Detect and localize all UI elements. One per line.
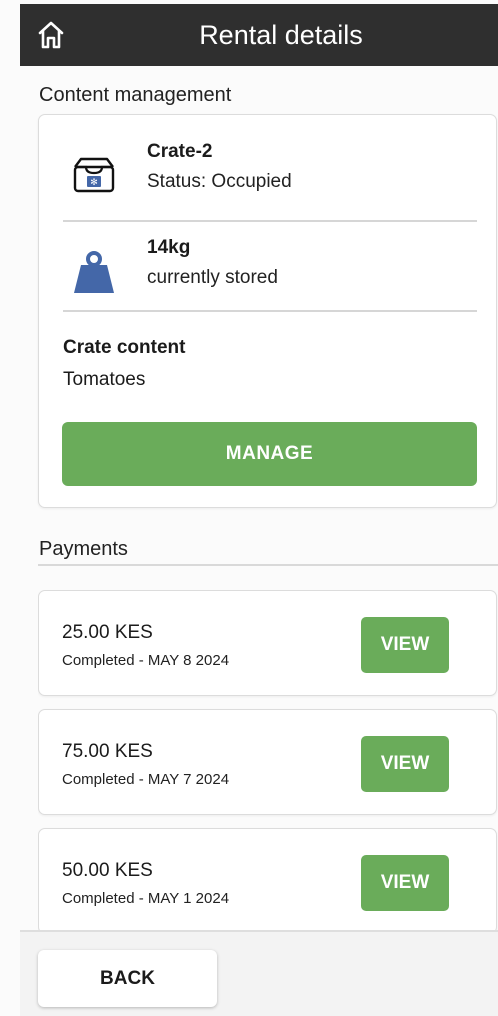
payment-amount: 25.00 KES <box>62 622 153 643</box>
svg-text:✻: ✻ <box>90 178 98 188</box>
crate-name: Crate-2 <box>147 141 213 162</box>
content-card: ✻ Crate-2 Status: Occupied 14kg currentl… <box>38 114 497 508</box>
bottom-bar: BACK <box>20 930 498 1016</box>
crate-content-value: Tomatoes <box>63 369 146 390</box>
view-payment-button[interactable]: VIEW <box>361 736 449 792</box>
payments-label: Payments <box>39 538 128 560</box>
payment-card: 50.00 KES Completed - MAY 1 2024 VIEW <box>38 828 497 930</box>
crate-status: Status: Occupied <box>147 171 292 192</box>
payment-status: Completed - MAY 7 2024 <box>62 771 230 788</box>
weight-caption: currently stored <box>147 267 278 288</box>
payment-status: Completed - MAY 1 2024 <box>62 890 230 907</box>
payment-amount: 50.00 KES <box>62 860 153 881</box>
content-management-label: Content management <box>39 84 232 106</box>
payment-card: 25.00 KES Completed - MAY 8 2024 VIEW <box>38 590 497 696</box>
weight-row: 14kg currently stored <box>63 225 477 311</box>
page-title: Rental details <box>199 19 363 50</box>
payments-list[interactable]: 25.00 KES Completed - MAY 8 2024 VIEW 75… <box>38 590 498 930</box>
crate-icon: ✻ <box>73 157 115 193</box>
divider <box>63 310 477 312</box>
view-payment-button[interactable]: VIEW <box>361 617 449 673</box>
back-button[interactable]: BACK <box>38 950 217 1007</box>
divider <box>63 220 477 222</box>
manage-button[interactable]: MANAGE <box>62 422 477 486</box>
payment-status: Completed - MAY 8 2024 <box>62 652 230 669</box>
payments-divider <box>38 564 498 566</box>
crate-content-title: Crate content <box>63 337 186 358</box>
crate-row: ✻ Crate-2 Status: Occupied <box>63 129 477 215</box>
weight-value: 14kg <box>147 237 191 258</box>
app-bar: Rental details <box>20 4 498 66</box>
payment-amount: 75.00 KES <box>62 741 153 762</box>
view-payment-button[interactable]: VIEW <box>361 855 449 911</box>
payment-card: 75.00 KES Completed - MAY 7 2024 VIEW <box>38 709 497 815</box>
weight-icon <box>74 251 114 293</box>
